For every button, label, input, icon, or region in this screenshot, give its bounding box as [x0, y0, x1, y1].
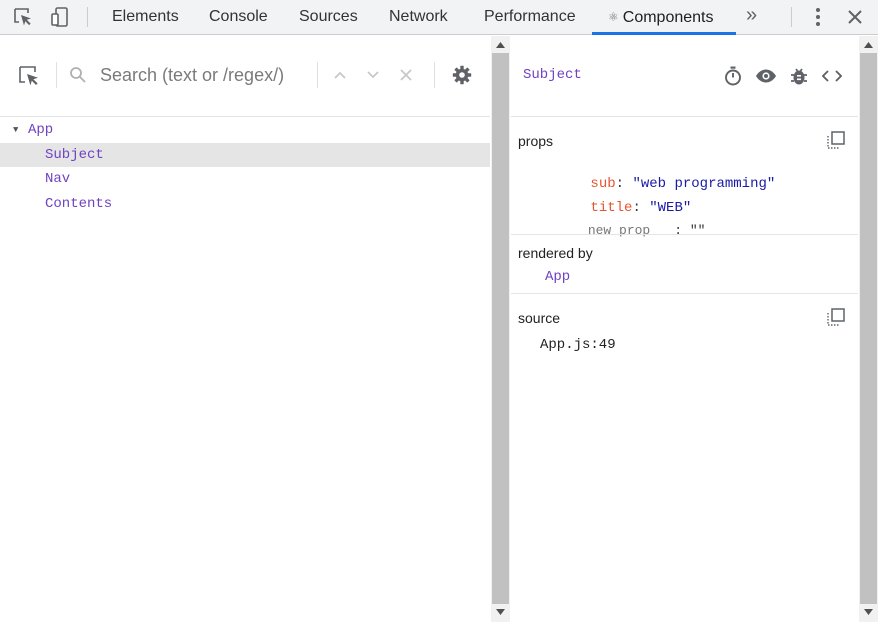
tab-components[interactable]: ⚛ Components: [608, 0, 713, 35]
tree-item-label: Subject: [45, 146, 104, 163]
rendered-by-owner-link[interactable]: App: [545, 269, 570, 285]
chevron-down-icon[interactable]: [363, 65, 383, 85]
rendered-by-title: rendered by: [518, 245, 593, 261]
code-icon[interactable]: [820, 64, 844, 88]
search-divider: [56, 62, 57, 88]
scroll-up-arrow-icon[interactable]: [491, 38, 510, 52]
component-tree-pane: ▼ App Subject Nav Contents: [0, 36, 490, 622]
react-icon: ⚛: [608, 10, 619, 24]
search-divider: [434, 62, 435, 88]
select-element-icon[interactable]: [16, 63, 42, 89]
inspect-element-icon[interactable]: [10, 4, 36, 30]
tree-item-label: App: [28, 122, 54, 138]
tab-network[interactable]: Network: [389, 0, 448, 35]
stopwatch-icon[interactable]: [721, 64, 745, 88]
tree-item-app[interactable]: ▼ App: [0, 118, 490, 143]
expand-caret-icon[interactable]: ▼: [13, 118, 18, 142]
selected-component-name: Subject: [523, 67, 582, 83]
source-section: source App.js:49: [511, 294, 858, 364]
tree-item-label: Contents: [45, 195, 113, 212]
tab-performance[interactable]: Performance: [484, 0, 576, 35]
copy-icon[interactable]: [826, 307, 846, 327]
inspector-scrollbar[interactable]: [859, 36, 878, 622]
tab-sources[interactable]: Sources: [299, 0, 358, 35]
tree-item-nav[interactable]: Nav: [0, 167, 490, 192]
props-section: props sub: "web programming" title: "WEB…: [511, 118, 858, 238]
search-divider: [317, 62, 318, 88]
scroll-up-arrow-icon[interactable]: [859, 38, 878, 52]
source-section-title: source: [518, 310, 561, 326]
bug-icon[interactable]: [787, 64, 811, 88]
search-input[interactable]: [100, 60, 310, 90]
devtools-tabbar: Elements Console Sources Network Perform…: [0, 0, 878, 35]
active-tab-indicator: [592, 32, 736, 35]
gear-icon[interactable]: [451, 64, 473, 86]
scrollbar-thumb[interactable]: [860, 53, 877, 604]
tab-console[interactable]: Console: [209, 0, 268, 35]
device-toolbar-icon[interactable]: [47, 4, 73, 30]
inspector-pane: Subject props sub: "web programming" tit…: [511, 36, 858, 622]
inspector-header: Subject: [511, 36, 858, 117]
tree-item-label: Nav: [45, 171, 71, 187]
tab-components-label: Components: [622, 9, 714, 26]
eye-icon[interactable]: [754, 64, 778, 88]
kebab-menu-icon[interactable]: [805, 4, 831, 30]
toolbar-divider: [791, 7, 792, 27]
copy-icon[interactable]: [826, 130, 846, 150]
rendered-by-section: rendered by App: [511, 235, 858, 293]
tree-scrollbar[interactable]: [491, 36, 510, 622]
scroll-down-arrow-icon[interactable]: [859, 605, 878, 619]
close-icon[interactable]: [842, 4, 868, 30]
more-tabs-icon[interactable]: »: [746, 0, 757, 35]
tree-item-subject[interactable]: Subject: [0, 142, 490, 167]
toolbar-divider: [87, 7, 88, 27]
tab-elements[interactable]: Elements: [112, 0, 179, 35]
props-section-title: props: [518, 133, 554, 149]
component-tree: ▼ App Subject Nav Contents: [0, 118, 490, 216]
scroll-down-arrow-icon[interactable]: [491, 605, 510, 619]
tree-item-contents[interactable]: Contents: [0, 192, 490, 217]
source-location[interactable]: App.js:49: [540, 337, 616, 353]
chevron-up-icon[interactable]: [330, 65, 350, 85]
search-toolbar: [0, 36, 490, 117]
search-icon: [68, 65, 88, 85]
scrollbar-thumb[interactable]: [492, 53, 509, 604]
clear-icon[interactable]: [396, 65, 416, 85]
